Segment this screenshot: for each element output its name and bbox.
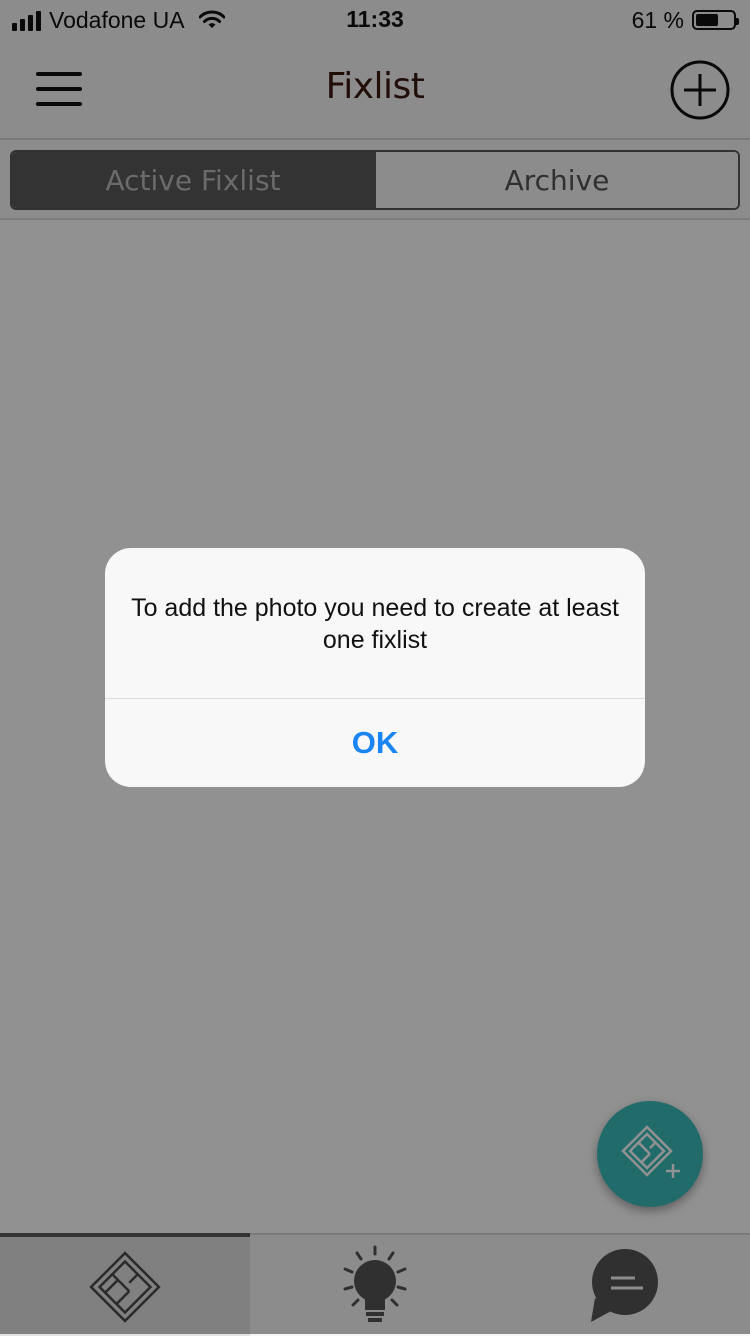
alert-dialog: To add the photo you need to create at l… xyxy=(105,548,645,787)
app-screen: Vodafone UA 11:33 61 % Fixlist Active Fi… xyxy=(0,0,750,1336)
ok-button[interactable]: OK xyxy=(105,699,645,787)
alert-message: To add the photo you need to create at l… xyxy=(131,594,619,654)
